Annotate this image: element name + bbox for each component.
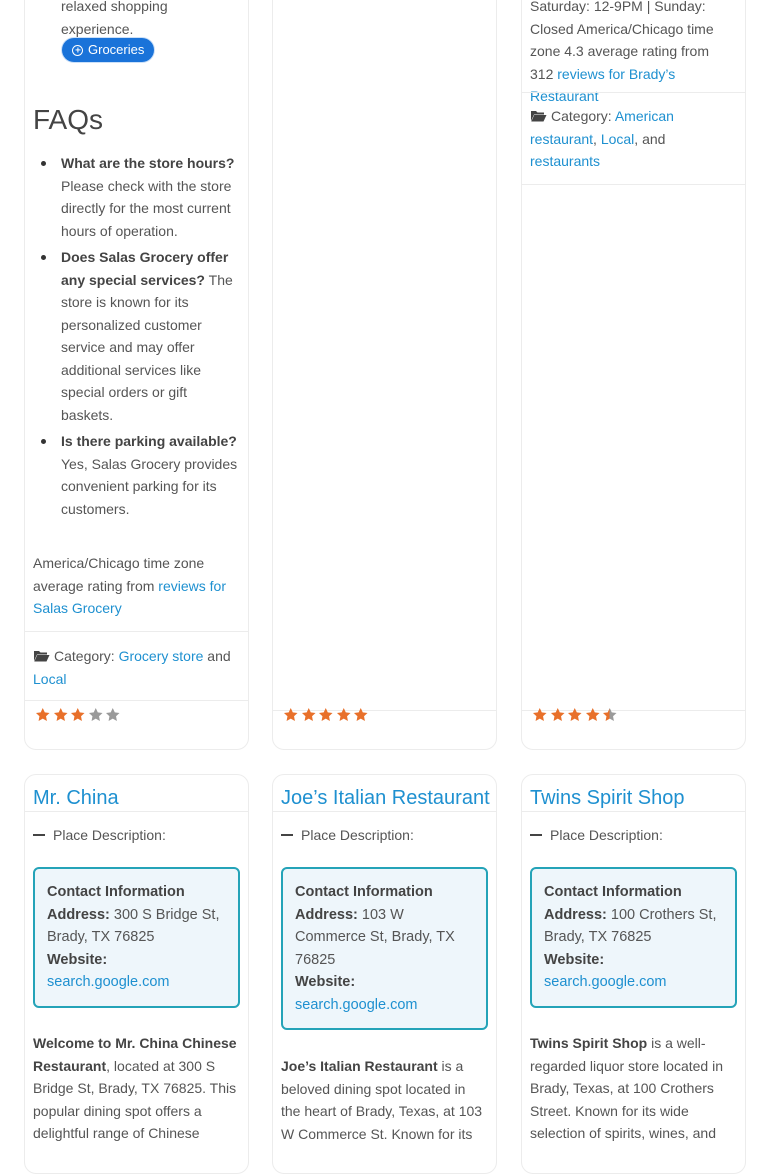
place-card-twins-spirit: Twins Spirit Shop Place Description: Con… (521, 774, 746, 1174)
contact-heading: Contact Information (47, 884, 185, 900)
star-empty-icon (105, 708, 120, 721)
star-full-icon (301, 708, 316, 721)
faq-answer: The store is known for its personalized … (61, 271, 233, 423)
minus-icon (281, 834, 293, 837)
star-full-icon (53, 708, 68, 721)
place-title[interactable]: Joe’s Italian Restaurant (281, 785, 490, 811)
faq-question: Does Salas Grocery offer any special ser… (61, 249, 229, 288)
website-line: Website: search.google.com (47, 951, 170, 991)
website-line: Website: search.google.com (544, 951, 667, 991)
place-title[interactable]: Mr. China (33, 785, 242, 811)
faq-question: What are the store hours? (61, 155, 235, 171)
faq-answer: Please check with the store directly for… (61, 177, 232, 239)
groceries-tag-button[interactable]: Groceries (62, 38, 155, 62)
category-link-grocery-store[interactable]: Grocery store (119, 648, 204, 664)
place-description: Joe’s Italian Restaurant is a beloved di… (281, 1058, 483, 1142)
tag-label: Groceries (88, 42, 145, 57)
contact-heading: Contact Information (295, 884, 433, 900)
faq-answer: Yes, Salas Grocery provides convenient p… (61, 455, 238, 517)
category-link-restaurants[interactable]: restaurants (530, 153, 600, 169)
minus-icon (530, 834, 542, 837)
minus-icon (33, 834, 45, 837)
star-full-icon (283, 708, 298, 721)
divider (25, 700, 248, 701)
star-full-icon (318, 708, 333, 721)
faq-item: Does Salas Grocery offer any special ser… (41, 246, 241, 426)
star-full-icon (336, 708, 351, 721)
divider (522, 92, 745, 93)
website-line: Website: search.google.com (295, 974, 418, 1013)
divider (25, 631, 248, 632)
star-full-icon (550, 708, 565, 721)
star-rating (283, 707, 369, 722)
divider (522, 811, 745, 812)
star-half-icon (602, 708, 617, 721)
place-card-joes-italian: Joe’s Italian Restaurant Place Descripti… (272, 774, 497, 1174)
grocery-card: relaxed shopping experience. Groceries F… (24, 0, 249, 750)
divider (273, 811, 496, 812)
place-description-toggle[interactable]: Place Description: (281, 824, 414, 847)
contact-info-box: Contact Information Address: 103 W Comme… (281, 867, 488, 1030)
faq-list: What are the store hours? Please check w… (41, 152, 241, 524)
bradys-restaurant-card: Saturday: 12-9PM | Sunday: Closed Americ… (521, 0, 746, 750)
website-link[interactable]: search.google.com (544, 974, 667, 990)
category-link-local[interactable]: Local (33, 671, 66, 687)
website-link[interactable]: search.google.com (295, 997, 418, 1013)
divider (522, 184, 745, 185)
category-row: Category: Grocery store and Local (33, 648, 231, 687)
star-full-icon (353, 708, 368, 721)
contact-info-box: Contact Information Address: 100 Crother… (530, 867, 737, 1008)
star-rating (532, 707, 618, 722)
folder-open-icon (34, 651, 50, 662)
category-label: Category: (551, 108, 612, 124)
rating-meta: America/Chicago time zone average rating… (33, 552, 238, 620)
address-line: Address: 300 S Bridge St, Brady, TX 7682… (47, 906, 220, 946)
star-full-icon (585, 708, 600, 721)
plus-circle-icon (72, 44, 83, 56)
faq-heading: FAQs (33, 104, 104, 135)
place-card-mr-china: Mr. China Place Description: Contact Inf… (24, 774, 249, 1174)
address-line: Address: 103 W Commerce St, Brady, TX 76… (295, 906, 455, 968)
address-line: Address: 100 Crothers St, Brady, TX 7682… (544, 906, 717, 946)
restaurant-card-middle (272, 0, 497, 750)
faq-item: Is there parking available? Yes, Salas G… (41, 430, 241, 520)
faq-item: What are the store hours? Please check w… (41, 152, 241, 242)
star-full-icon (532, 708, 547, 721)
star-full-icon (567, 708, 582, 721)
category-link-local[interactable]: Local (601, 131, 634, 147)
place-description-toggle[interactable]: Place Description: (530, 824, 663, 847)
divider (25, 811, 248, 812)
star-full-icon (35, 708, 50, 721)
description-snippet: relaxed shopping experience. (61, 0, 168, 37)
place-description-toggle[interactable]: Place Description: (33, 824, 166, 847)
star-rating (35, 707, 121, 722)
website-link[interactable]: search.google.com (47, 974, 170, 990)
star-empty-icon (88, 708, 103, 721)
category-row: Category: American restaurant, Local, an… (530, 108, 674, 169)
star-full-icon (70, 708, 85, 721)
place-description: Welcome to Mr. China Chinese Restaurant,… (33, 1035, 237, 1141)
contact-heading: Contact Information (544, 884, 682, 900)
place-description: Twins Spirit Shop is a well-regarded liq… (530, 1035, 724, 1141)
folder-open-icon (531, 111, 547, 122)
faq-question: Is there parking available? (61, 433, 237, 449)
contact-info-box: Contact Information Address: 300 S Bridg… (33, 867, 240, 1008)
place-title[interactable]: Twins Spirit Shop (530, 785, 739, 811)
category-label: Category: (54, 648, 115, 664)
